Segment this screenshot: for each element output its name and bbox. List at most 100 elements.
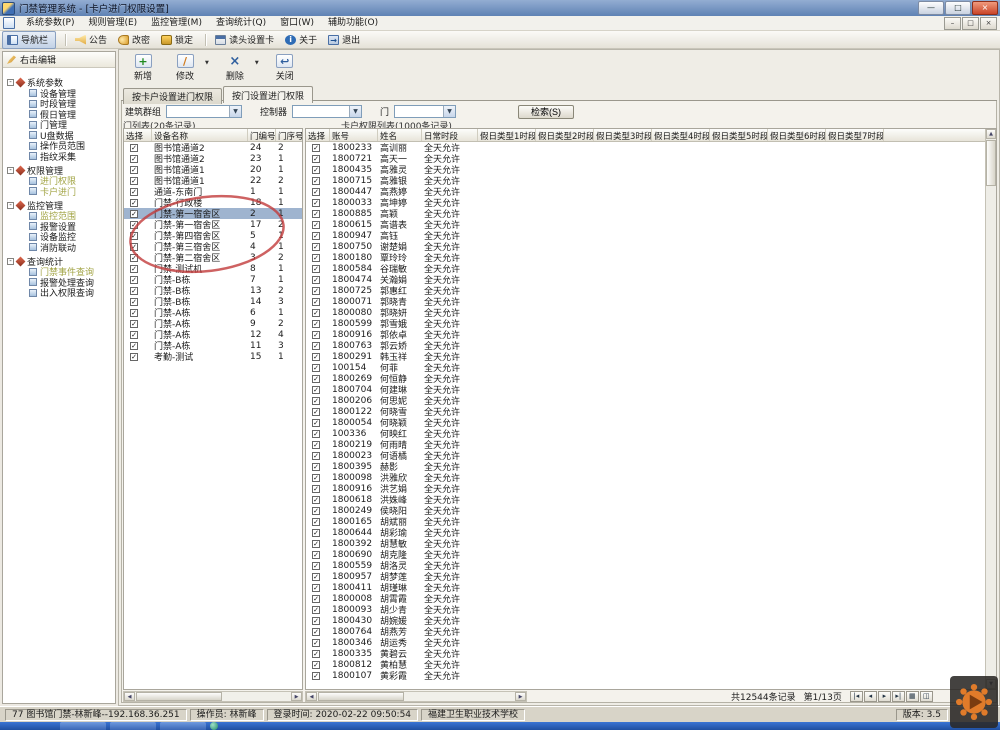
row-checkbox[interactable]: ✓ xyxy=(312,595,320,603)
row-checkbox[interactable]: ✓ xyxy=(312,452,320,460)
vertical-scrollbar[interactable]: ▲ ▼ xyxy=(985,129,996,689)
row-checkbox[interactable]: ✓ xyxy=(130,177,138,185)
row-checkbox[interactable]: ✓ xyxy=(130,309,138,317)
row-checkbox[interactable]: ✓ xyxy=(312,320,320,328)
mdi-minimize-button[interactable]: – xyxy=(944,17,961,30)
row-checkbox[interactable]: ✓ xyxy=(130,298,138,306)
row-checkbox[interactable]: ✓ xyxy=(312,199,320,207)
scroll-left-icon[interactable]: ◀ xyxy=(124,692,135,701)
row-checkbox[interactable]: ✓ xyxy=(312,672,320,680)
row-checkbox[interactable]: ✓ xyxy=(312,584,320,592)
row-checkbox[interactable]: ✓ xyxy=(312,254,320,262)
card-column-header-5[interactable]: 假日类型2时段 xyxy=(536,129,594,141)
card-column-header-0[interactable]: 选择 xyxy=(306,129,330,141)
row-checkbox[interactable]: ✓ xyxy=(312,298,320,306)
card-column-header-7[interactable]: 假日类型4时段 xyxy=(652,129,710,141)
mdi-restore-button[interactable]: □ xyxy=(962,17,979,30)
row-checkbox[interactable]: ✓ xyxy=(312,507,320,515)
row-checkbox[interactable]: ✓ xyxy=(312,342,320,350)
tree-item-fire-linkage[interactable]: 消防联动 xyxy=(7,242,113,253)
row-checkbox[interactable]: ✓ xyxy=(312,628,320,636)
first-page-button[interactable]: |◂ xyxy=(850,691,863,702)
row-checkbox[interactable]: ✓ xyxy=(130,199,138,207)
row-checkbox[interactable]: ✓ xyxy=(130,221,138,229)
door-select[interactable]: ▼ xyxy=(394,105,456,118)
row-checkbox[interactable]: ✓ xyxy=(312,408,320,416)
row-checkbox[interactable]: ✓ xyxy=(312,463,320,471)
search-button[interactable]: 检索(S) xyxy=(518,105,574,119)
row-checkbox[interactable]: ✓ xyxy=(312,166,320,174)
row-checkbox[interactable]: ✓ xyxy=(312,188,320,196)
taskbar-item[interactable] xyxy=(160,722,206,730)
row-checkbox[interactable]: ✓ xyxy=(312,639,320,647)
door-row[interactable]: ✓考勤-测试151 xyxy=(124,351,302,362)
row-checkbox[interactable]: ✓ xyxy=(130,166,138,174)
card-column-header-4[interactable]: 假日类型1时段 xyxy=(478,129,536,141)
card-column-header-8[interactable]: 假日类型5时段 xyxy=(710,129,768,141)
card-column-header-10[interactable]: 假日类型7时段 xyxy=(826,129,884,141)
row-checkbox[interactable]: ✓ xyxy=(312,441,320,449)
collapse-icon[interactable]: - xyxy=(7,258,14,265)
close-button[interactable]: × xyxy=(972,1,998,15)
row-checkbox[interactable]: ✓ xyxy=(130,155,138,163)
row-checkbox[interactable]: ✓ xyxy=(312,155,320,163)
tree-item-card-holder-entry[interactable]: 卡户进门 xyxy=(7,186,113,197)
row-checkbox[interactable]: ✓ xyxy=(312,485,320,493)
tab-by-door[interactable]: 按门设置进门权限 xyxy=(223,86,313,103)
scroll-right-icon[interactable]: ▶ xyxy=(291,692,302,701)
door-column-header-3[interactable]: 门序号 xyxy=(276,129,302,141)
prev-page-button[interactable]: ◂ xyxy=(864,691,877,702)
taskbar-item[interactable] xyxy=(60,722,106,730)
row-checkbox[interactable]: ✓ xyxy=(130,232,138,240)
toolbar-button-change-password[interactable]: 改密 xyxy=(114,32,157,48)
row-checkbox[interactable]: ✓ xyxy=(312,551,320,559)
row-checkbox[interactable]: ✓ xyxy=(312,232,320,240)
row-checkbox[interactable]: ✓ xyxy=(312,540,320,548)
close-button[interactable]: ↩关闭 xyxy=(267,52,303,82)
row-checkbox[interactable]: ✓ xyxy=(312,496,320,504)
row-checkbox[interactable]: ✓ xyxy=(130,331,138,339)
row-checkbox[interactable]: ✓ xyxy=(130,320,138,328)
scrollbar-thumb[interactable] xyxy=(318,692,404,701)
edit-button[interactable]: /修改 xyxy=(167,52,203,82)
row-checkbox[interactable]: ✓ xyxy=(130,353,138,361)
taskbar[interactable] xyxy=(0,722,1000,730)
scroll-right-icon[interactable]: ▶ xyxy=(515,692,526,701)
door-column-header-2[interactable]: 门编号 xyxy=(248,129,276,141)
card-row[interactable]: ✓1800107黄彩霞全天允许 xyxy=(306,670,996,681)
row-checkbox[interactable]: ✓ xyxy=(312,331,320,339)
row-checkbox[interactable]: ✓ xyxy=(312,287,320,295)
row-checkbox[interactable]: ✓ xyxy=(130,276,138,284)
door-column-header-0[interactable]: 选择 xyxy=(124,129,152,141)
tree-item-fingerprint-collect[interactable]: 指纹采集 xyxy=(7,151,113,162)
collapse-icon[interactable]: - xyxy=(7,167,14,174)
row-checkbox[interactable]: ✓ xyxy=(312,243,320,251)
row-checkbox[interactable]: ✓ xyxy=(312,265,320,273)
taskbar-tray-icon[interactable] xyxy=(210,722,218,730)
door-horizontal-scrollbar[interactable]: ◀ ▶ xyxy=(123,691,303,702)
row-checkbox[interactable]: ✓ xyxy=(312,562,320,570)
row-checkbox[interactable]: ✓ xyxy=(312,430,320,438)
grid-view-button[interactable]: ▦ xyxy=(906,691,919,702)
toolbar-button-exit[interactable]: →退出 xyxy=(324,32,367,48)
toolbar-button-about[interactable]: i关于 xyxy=(281,32,324,48)
tree-item-access-permission-query[interactable]: 出入权限查询 xyxy=(7,288,113,299)
row-checkbox[interactable]: ✓ xyxy=(130,243,138,251)
row-checkbox[interactable]: ✓ xyxy=(312,650,320,658)
toolbar-button-lock[interactable]: 锁定 xyxy=(157,32,200,48)
row-checkbox[interactable]: ✓ xyxy=(312,144,320,152)
row-checkbox[interactable]: ✓ xyxy=(312,210,320,218)
dropdown-caret-icon[interactable]: ▼ xyxy=(205,60,209,66)
menu-query-stats[interactable]: 查询统计(Q) xyxy=(209,16,273,30)
add-button[interactable]: +新增 xyxy=(125,52,161,82)
menu-rule-mgmt[interactable]: 规则管理(E) xyxy=(81,16,144,30)
row-checkbox[interactable]: ✓ xyxy=(312,474,320,482)
row-checkbox[interactable]: ✓ xyxy=(130,342,138,350)
tab-by-card-holder[interactable]: 按卡户设置进门权限 xyxy=(123,88,222,104)
row-checkbox[interactable]: ✓ xyxy=(312,529,320,537)
toolbar-button-navigator[interactable]: 导航栏 xyxy=(2,31,56,49)
row-checkbox[interactable]: ✓ xyxy=(312,606,320,614)
row-checkbox[interactable]: ✓ xyxy=(130,287,138,295)
scrollbar-thumb[interactable] xyxy=(136,692,222,701)
delete-button[interactable]: ×删除 xyxy=(217,52,253,82)
